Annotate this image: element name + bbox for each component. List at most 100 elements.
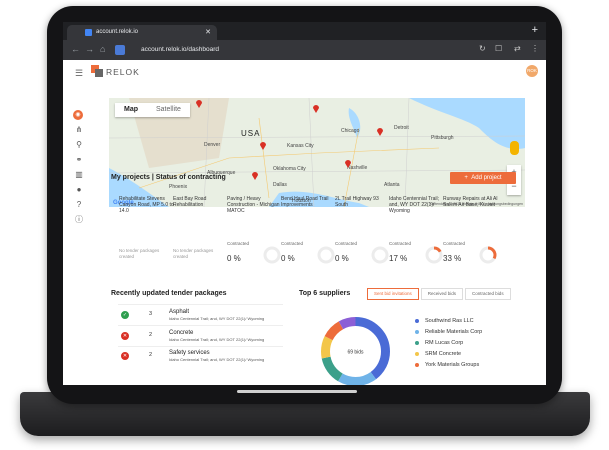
back-icon[interactable]: ← xyxy=(71,44,80,54)
contracted-label: Contracted xyxy=(227,241,250,246)
supplier-name: SRM Concrete xyxy=(425,351,462,357)
tablet-screen: account.relok.io ✕ + ← → ⌂ account.relok… xyxy=(63,22,546,385)
cross-icon: ✕ xyxy=(121,332,129,340)
close-tab-icon[interactable]: ✕ xyxy=(205,25,211,40)
tender-count: 3 xyxy=(149,311,153,317)
reload-icon[interactable]: ↻ xyxy=(479,44,486,53)
tab-contracted-bids[interactable]: Contracted bids xyxy=(465,288,511,300)
project-status: No tender packages created xyxy=(119,248,160,259)
relok-logo-icon xyxy=(91,65,103,77)
building-icon[interactable]: ▥ xyxy=(73,170,85,180)
check-icon: ✓ xyxy=(121,311,129,319)
menu-icon[interactable]: ⋮ xyxy=(531,44,539,53)
projects-map[interactable]: Map Satellite USA Chicago Kansas City Na… xyxy=(109,98,525,207)
supplier-item[interactable]: Southwind Ras LLC xyxy=(415,316,525,326)
add-project-button[interactable]: + Add project xyxy=(450,172,516,184)
browser-tab[interactable]: account.relok.io ✕ xyxy=(67,25,217,40)
map-pin-icon[interactable] xyxy=(377,128,383,136)
street-view-icon[interactable] xyxy=(510,141,519,155)
compass-icon[interactable]: ◉ xyxy=(73,110,83,120)
brand-name: RELOK xyxy=(106,67,140,77)
divider xyxy=(118,346,283,347)
supplier-item[interactable]: RM Lucas Corp xyxy=(415,338,525,348)
tender-project: Idaho Centennial Trail; and, WY DOT 22(1… xyxy=(169,316,265,321)
supplier-item[interactable]: Reliable Materials Corp xyxy=(415,327,525,337)
tender-name: Safety services xyxy=(169,350,210,356)
map-place: Atlanta xyxy=(384,182,400,188)
project-name: Paving / Heavy Construction - Michigan M… xyxy=(227,196,280,214)
project-name: 2L Trail Highway 93 South xyxy=(335,196,379,208)
divider xyxy=(118,325,283,326)
map-type-map[interactable]: Map xyxy=(115,103,147,117)
map-type-toggle: Map Satellite xyxy=(115,103,190,117)
project-card[interactable]: Runway Repairs at Ali Al Salem Air Base,… xyxy=(439,192,503,272)
map-place: Kansas City xyxy=(287,143,314,149)
site-icon xyxy=(115,45,125,55)
tab-title: account.relok.io xyxy=(96,29,139,35)
contracted-label: Contracted xyxy=(281,241,304,246)
cross-icon: ✕ xyxy=(121,352,129,360)
suppliers-tabs: Sent bid invitations Received bids Contr… xyxy=(365,288,511,300)
supplier-name: Southwind Ras LLC xyxy=(425,318,474,324)
legend-dot xyxy=(415,341,419,345)
user-icon[interactable]: ● xyxy=(73,185,85,195)
contracted-percent: 33 % xyxy=(443,254,462,263)
tab-received-bids[interactable]: Received bids xyxy=(420,288,464,300)
donut-center-label: 69 bids xyxy=(347,350,364,356)
contracted-ring xyxy=(479,246,497,264)
contracted-label: Contracted xyxy=(389,241,412,246)
tender-name: Asphalt xyxy=(169,309,190,315)
contracted-label: Contracted xyxy=(335,241,358,246)
browser-toolbar: ← → ⌂ account.relok.io/dashboard ↻ ☐ ⇄ ⋮ xyxy=(63,40,546,60)
handshake-icon[interactable]: ⚭ xyxy=(73,155,85,165)
supplier-item[interactable]: York Materials Groups xyxy=(415,360,525,370)
contracted-percent: 17 % xyxy=(389,254,408,263)
tender-project: Idaho Centennial Trail; and, WY DOT 22(1… xyxy=(169,337,265,342)
forward-icon[interactable]: → xyxy=(85,44,94,54)
tenders-title: Recently updated tender packages xyxy=(111,290,227,297)
supplier-name: RM Lucas Corp xyxy=(425,340,464,346)
map-place: Phoenix xyxy=(169,184,188,190)
map-pin-icon[interactable] xyxy=(313,105,319,113)
contracted-label: Contracted xyxy=(443,241,466,246)
bookmark-icon[interactable]: ☐ xyxy=(495,44,502,53)
info-icon[interactable]: ⓘ xyxy=(73,215,85,225)
network-icon[interactable]: ⋔ xyxy=(73,125,85,135)
tab-sent-bid-invitations[interactable]: Sent bid invitations xyxy=(367,288,419,300)
contracted-percent: 0 % xyxy=(281,254,295,263)
tender-row[interactable]: ✓ 3 Asphalt Idaho Centennial Trail; and,… xyxy=(118,309,283,323)
new-tab-icon[interactable]: + xyxy=(532,24,538,36)
map-type-satellite[interactable]: Satellite xyxy=(147,103,190,117)
legend-dot xyxy=(415,363,419,367)
map-pin-icon[interactable] xyxy=(260,142,266,150)
map-pin-icon[interactable] xyxy=(345,160,351,168)
tender-count: 2 xyxy=(149,352,153,358)
supplier-item[interactable]: SRM Concrete xyxy=(415,349,525,359)
map-country-label: USA xyxy=(241,129,261,138)
tender-name: Concrete xyxy=(169,330,194,336)
supplier-name: Reliable Materials Corp xyxy=(425,329,483,335)
map-pin-icon[interactable] xyxy=(252,172,258,180)
home-indicator xyxy=(237,390,357,393)
suppliers-donut-chart: 69 bids xyxy=(321,317,390,385)
browser-tabbar: account.relok.io ✕ + xyxy=(63,22,546,40)
extensions-icon[interactable]: ⇄ xyxy=(514,44,521,53)
project-name: East Bay Road Rehabilitation xyxy=(173,196,207,208)
help-icon[interactable]: ? xyxy=(73,200,85,210)
address-bar[interactable]: account.relok.io/dashboard xyxy=(141,46,219,53)
app-body: ☰ RELOK ROK ◉ ⋔ ⚲ ⚭ ▥ ● ? ⓘ Map Satellit… xyxy=(63,60,546,385)
contracted-percent: 0 % xyxy=(335,254,349,263)
search-icon[interactable]: ⚲ xyxy=(73,140,85,150)
divider xyxy=(118,304,283,305)
tender-row[interactable]: ✕ 2 Concrete Idaho Centennial Trail; and… xyxy=(118,330,283,344)
map-place: Dallas xyxy=(273,182,287,188)
map-place: Pittsburgh xyxy=(431,135,454,141)
favicon-icon xyxy=(85,29,92,36)
tender-row[interactable]: ✕ 2 Safety services Idaho Centennial Tra… xyxy=(118,350,283,364)
map-pin-icon[interactable] xyxy=(196,100,202,108)
hamburger-icon[interactable]: ☰ xyxy=(75,68,83,79)
home-icon[interactable]: ⌂ xyxy=(100,44,105,54)
avatar[interactable]: ROK xyxy=(526,65,538,77)
suppliers-title: Top 6 suppliers xyxy=(299,290,351,297)
map-place: Oklahoma City xyxy=(273,166,306,172)
